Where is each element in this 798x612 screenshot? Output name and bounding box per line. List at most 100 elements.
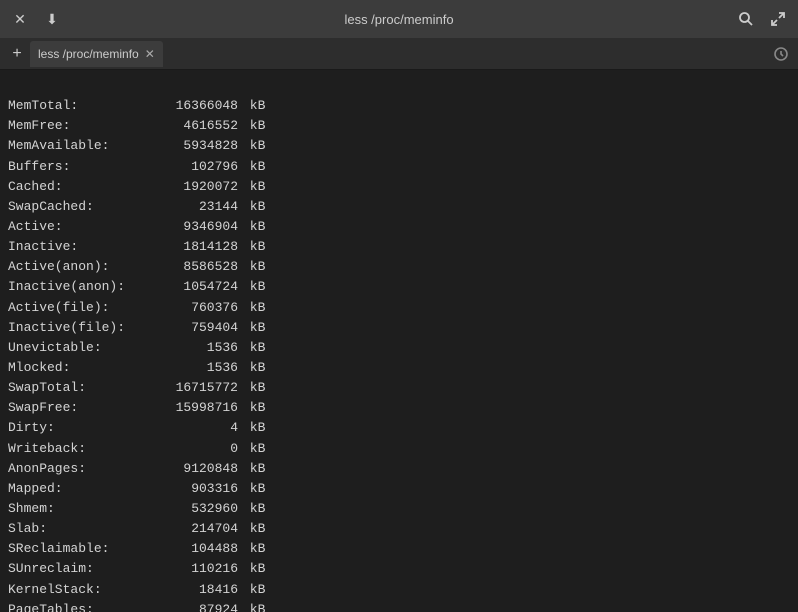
mem-key: AnonPages: [8, 459, 148, 479]
mem-unit: kB [238, 499, 265, 519]
mem-value: 1814128 [148, 237, 238, 257]
mem-unit: kB [238, 439, 265, 459]
maximize-button[interactable] [766, 7, 790, 31]
mem-unit: kB [238, 378, 265, 398]
search-icon [738, 11, 754, 27]
mem-unit: kB [238, 338, 265, 358]
table-row: Cached:1920072 kB [8, 177, 790, 197]
mem-key: PageTables: [8, 600, 148, 612]
mem-key: Buffers: [8, 157, 148, 177]
new-tab-button[interactable]: + [4, 41, 30, 67]
window-title: less /proc/meminfo [344, 12, 453, 27]
mem-value: 1920072 [148, 177, 238, 197]
table-row: Shmem:532960 kB [8, 499, 790, 519]
mem-key: MemTotal: [8, 96, 148, 116]
tab-history-button[interactable] [768, 41, 794, 67]
table-row: Inactive:1814128 kB [8, 237, 790, 257]
mem-key: KernelStack: [8, 580, 148, 600]
mem-unit: kB [238, 116, 265, 136]
mem-key: Inactive: [8, 237, 148, 257]
mem-unit: kB [238, 157, 265, 177]
mem-value: 102796 [148, 157, 238, 177]
mem-value: 16366048 [148, 96, 238, 116]
mem-key: Dirty: [8, 418, 148, 438]
table-row: Inactive(anon):1054724 kB [8, 277, 790, 297]
mem-unit: kB [238, 398, 265, 418]
mem-value: 87924 [148, 600, 238, 612]
mem-unit: kB [238, 519, 265, 539]
table-row: Mlocked:1536 kB [8, 358, 790, 378]
mem-value: 0 [148, 439, 238, 459]
mem-unit: kB [238, 277, 265, 297]
download-icon: ⬇ [46, 11, 58, 28]
mem-value: 760376 [148, 298, 238, 318]
mem-unit: kB [238, 459, 265, 479]
table-row: KernelStack:18416 kB [8, 580, 790, 600]
tab-close-button[interactable]: ✕ [145, 48, 155, 60]
mem-value: 110216 [148, 559, 238, 579]
table-row: AnonPages:9120848 kB [8, 459, 790, 479]
mem-unit: kB [238, 217, 265, 237]
tab-label: less /proc/meminfo [38, 47, 139, 61]
mem-unit: kB [238, 318, 265, 338]
table-row: Active:9346904 kB [8, 217, 790, 237]
close-button[interactable]: ✕ [8, 7, 32, 31]
mem-key: Shmem: [8, 499, 148, 519]
mem-key: MemFree: [8, 116, 148, 136]
table-row: SwapTotal:16715772 kB [8, 378, 790, 398]
table-row: SReclaimable:104488 kB [8, 539, 790, 559]
close-icon: ✕ [14, 11, 26, 28]
maximize-icon [770, 11, 786, 27]
mem-value: 903316 [148, 479, 238, 499]
mem-value: 759404 [148, 318, 238, 338]
tab-meminfo[interactable]: less /proc/meminfo ✕ [30, 41, 163, 67]
mem-value: 104488 [148, 539, 238, 559]
mem-value: 4 [148, 418, 238, 438]
mem-unit: kB [238, 257, 265, 277]
table-row: SwapCached:23144 kB [8, 197, 790, 217]
mem-value: 9120848 [148, 459, 238, 479]
mem-key: Inactive(anon): [8, 277, 148, 297]
mem-unit: kB [238, 580, 265, 600]
title-bar-right [734, 7, 790, 31]
mem-key: Unevictable: [8, 338, 148, 358]
mem-unit: kB [238, 197, 265, 217]
mem-key: SUnreclaim: [8, 559, 148, 579]
mem-key: Active(file): [8, 298, 148, 318]
mem-key: Mlocked: [8, 358, 148, 378]
mem-value: 18416 [148, 580, 238, 600]
mem-key: Cached: [8, 177, 148, 197]
mem-value: 4616552 [148, 116, 238, 136]
mem-value: 23144 [148, 197, 238, 217]
mem-key: Inactive(file): [8, 318, 148, 338]
mem-unit: kB [238, 136, 265, 156]
mem-key: Mapped: [8, 479, 148, 499]
mem-value: 16715772 [148, 378, 238, 398]
table-row: SUnreclaim:110216 kB [8, 559, 790, 579]
title-bar-left: ✕ ⬇ [8, 7, 64, 31]
table-row: Slab:214704 kB [8, 519, 790, 539]
table-row: Active(anon):8586528 kB [8, 257, 790, 277]
mem-unit: kB [238, 539, 265, 559]
download-button[interactable]: ⬇ [40, 7, 64, 31]
mem-unit: kB [238, 96, 265, 116]
mem-key: SwapTotal: [8, 378, 148, 398]
mem-key: SwapFree: [8, 398, 148, 418]
mem-unit: kB [238, 298, 265, 318]
mem-value: 5934828 [148, 136, 238, 156]
mem-unit: kB [238, 559, 265, 579]
table-row: Inactive(file):759404 kB [8, 318, 790, 338]
table-row: Unevictable:1536 kB [8, 338, 790, 358]
mem-key: Active: [8, 217, 148, 237]
table-row: Dirty:4 kB [8, 418, 790, 438]
history-icon [773, 46, 789, 62]
title-bar: ✕ ⬇ less /proc/meminfo [0, 0, 798, 38]
mem-key: Active(anon): [8, 257, 148, 277]
table-row: SwapFree:15998716 kB [8, 398, 790, 418]
search-button[interactable] [734, 7, 758, 31]
mem-value: 532960 [148, 499, 238, 519]
mem-value: 1536 [148, 358, 238, 378]
mem-unit: kB [238, 479, 265, 499]
mem-key: SwapCached: [8, 197, 148, 217]
table-row: MemAvailable:5934828 kB [8, 136, 790, 156]
